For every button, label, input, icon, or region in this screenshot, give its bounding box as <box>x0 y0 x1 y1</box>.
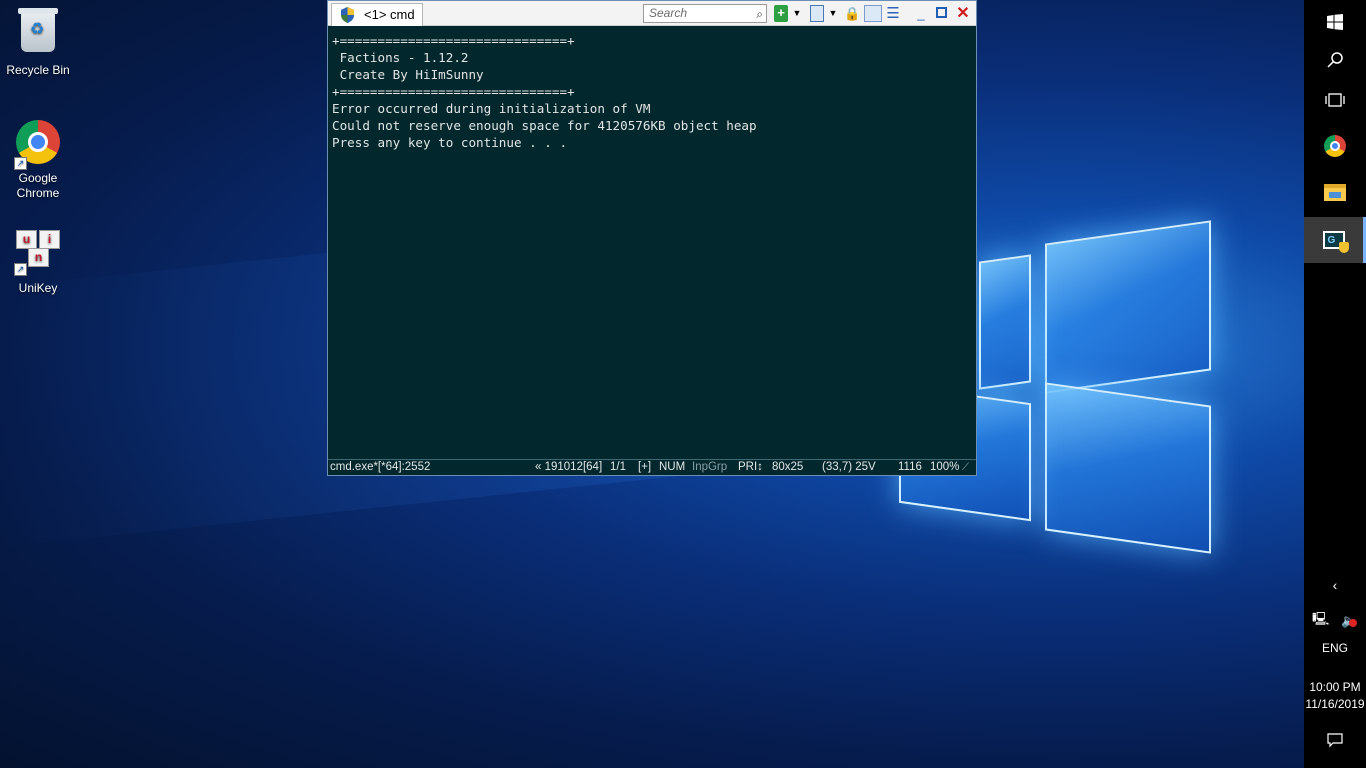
show-hidden-icons-button[interactable]: ‹ <box>1304 574 1366 596</box>
menu-icon[interactable]: ☰ <box>886 5 900 22</box>
status-zoom[interactable]: 100% <box>930 460 959 475</box>
status-plus[interactable]: [+] <box>638 460 651 475</box>
console-line: +==============================+ <box>332 84 575 99</box>
desktop-icon-label: UniKey <box>18 281 58 295</box>
status-build[interactable]: « 191012[64] <box>535 460 602 475</box>
task-view-button[interactable] <box>1304 78 1366 122</box>
console-line: Create By HiImSunny <box>332 67 484 82</box>
console-output[interactable]: +==============================+ Faction… <box>328 26 976 459</box>
console-line: Factions - 1.12.2 <box>332 50 469 65</box>
console-titlebar[interactable]: <1> cmd Search ⌕ + ▼ ▼ 🔒 ☰ _ ✕ <box>328 1 976 26</box>
unikey-icon: u i n ↗ <box>14 230 62 278</box>
tab-cmd[interactable]: <1> cmd <box>331 3 423 26</box>
system-tray-icons: 🖳 🔈 <box>1304 610 1366 632</box>
close-icon[interactable]: ✕ <box>956 5 970 22</box>
file-explorer-icon <box>1324 183 1346 201</box>
window-icon[interactable] <box>810 5 824 22</box>
tab-label: <1> cmd <box>364 7 415 22</box>
status-size[interactable]: 80x25 <box>772 460 803 475</box>
status-pri[interactable]: PRI↕ <box>738 460 763 475</box>
desktop-icon-label: Google Chrome <box>16 171 60 200</box>
unikey-key-i: i <box>39 230 60 249</box>
conemu-icon: G <box>1322 231 1349 253</box>
status-cursor[interactable]: (33,7) 25V <box>822 460 876 475</box>
taskbar-file-explorer[interactable] <box>1304 170 1366 214</box>
resize-grip-icon[interactable]: ⟋ <box>962 460 969 475</box>
split-view-icon[interactable] <box>864 5 882 22</box>
status-pid[interactable]: 1116 <box>898 460 922 475</box>
task-view-icon <box>1325 93 1345 107</box>
chrome-icon <box>1324 135 1346 157</box>
unikey-key-u: u <box>16 230 37 249</box>
console-line: +==============================+ <box>332 33 575 48</box>
lock-icon[interactable]: 🔒 <box>844 5 860 22</box>
uac-shield-icon <box>341 7 354 23</box>
start-icon <box>1327 14 1343 30</box>
clock-date[interactable]: 11/16/2019 <box>1304 697 1366 711</box>
chevron-down-icon[interactable]: ▼ <box>828 5 838 22</box>
console-line: Could not reserve enough space for 41205… <box>332 118 757 133</box>
chevron-down-icon[interactable]: ▼ <box>792 5 802 22</box>
shortcut-arrow-icon: ↗ <box>14 263 27 276</box>
search-icon[interactable]: ⌕ <box>756 6 763 23</box>
action-center-icon <box>1327 732 1343 747</box>
unikey-key-n: n <box>28 248 49 267</box>
desktop-icon-google-chrome[interactable]: ↗ Google Chrome <box>0 118 76 201</box>
desktop-icon-label: Recycle Bin <box>6 63 70 77</box>
action-center-button[interactable] <box>1304 720 1366 760</box>
network-icon[interactable]: 🖳 <box>1312 610 1329 632</box>
status-process[interactable]: cmd.exe*[*64]:2552 <box>330 460 430 475</box>
status-num[interactable]: NUM <box>659 460 685 475</box>
console-line: Error occurred during initialization of … <box>332 101 651 116</box>
language-indicator[interactable]: ENG <box>1304 641 1366 655</box>
console-statusbar: cmd.exe*[*64]:2552 « 191012[64] 1/1 [+] … <box>328 459 976 475</box>
taskbar: G ‹ 🖳 🔈 ENG 10:00 PM 11/16/2019 <box>1304 0 1366 768</box>
taskbar-search-button[interactable] <box>1304 38 1366 82</box>
status-page[interactable]: 1/1 <box>610 460 626 475</box>
taskbar-conemu[interactable]: G <box>1304 217 1366 263</box>
volume-muted-icon[interactable]: 🔈 <box>1341 613 1357 629</box>
search-input[interactable]: Search ⌕ <box>643 4 767 23</box>
chevron-left-icon: ‹ <box>1332 577 1338 593</box>
search-placeholder: Search <box>649 6 688 20</box>
console-window[interactable]: <1> cmd Search ⌕ + ▼ ▼ 🔒 ☰ _ ✕ +========… <box>327 0 977 476</box>
clock-time[interactable]: 10:00 PM <box>1304 680 1366 694</box>
taskbar-chrome[interactable] <box>1304 124 1366 168</box>
recycle-bin-icon: ♻ <box>14 8 62 60</box>
desktop-icon-recycle-bin[interactable]: ♻ Recycle Bin <box>0 8 76 78</box>
shortcut-arrow-icon: ↗ <box>14 157 27 170</box>
console-line: Press any key to continue . . . <box>332 135 568 150</box>
status-inpgrp[interactable]: InpGrp <box>692 460 727 475</box>
minimize-icon[interactable]: _ <box>914 5 928 22</box>
search-icon <box>1327 52 1343 68</box>
new-console-icon[interactable]: + <box>774 5 788 22</box>
maximize-icon[interactable] <box>934 5 948 22</box>
chrome-icon: ↗ <box>14 120 62 170</box>
desktop-icon-unikey[interactable]: u i n ↗ UniKey <box>0 230 76 296</box>
